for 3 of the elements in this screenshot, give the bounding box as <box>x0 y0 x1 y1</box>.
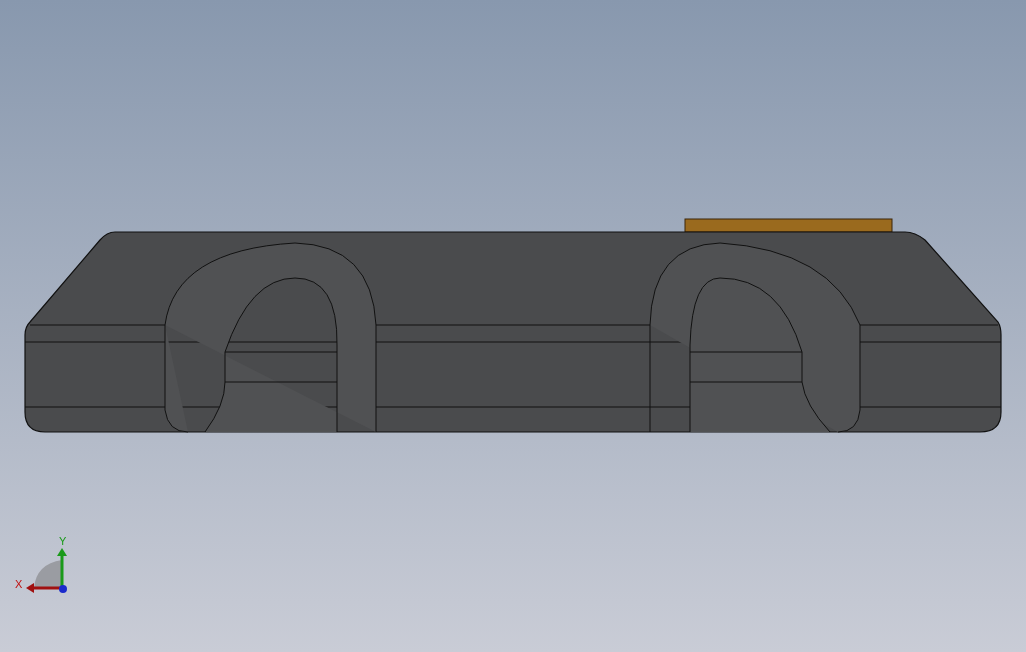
x-axis-label: X <box>15 578 23 590</box>
y-axis-label: Y <box>59 535 67 547</box>
axis-triad-drawing <box>26 548 67 593</box>
